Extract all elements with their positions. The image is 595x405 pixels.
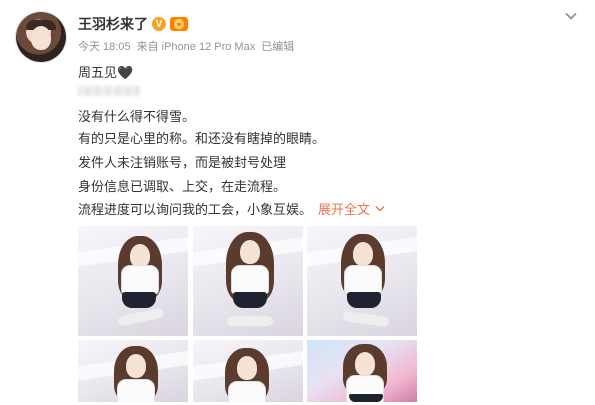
photo-thumbnail[interactable] bbox=[78, 340, 188, 402]
avatar-face bbox=[31, 26, 51, 50]
chevron-down-icon[interactable] bbox=[565, 10, 577, 22]
photo-thumbnail[interactable] bbox=[307, 340, 417, 402]
post-text-last-line: 流程进度可以询问我的工会，小象互娱。 展开全文 bbox=[78, 201, 386, 218]
post-text-line: 身份信息已调取、上交，在走流程。 bbox=[78, 179, 287, 194]
edited-label[interactable]: 已编辑 bbox=[261, 38, 294, 54]
post-text-line: 有的只是心里的称。和还没有瞎掉的眼睛。 bbox=[78, 131, 326, 146]
photo-thumbnail[interactable] bbox=[193, 226, 303, 336]
post-text-line: 发件人未注销账号，而是被封号处理 bbox=[78, 155, 287, 170]
photo-thumbnail[interactable] bbox=[78, 226, 188, 336]
post-meta: 今天 18:05 来自 iPhone 12 Pro Max 已编辑 bbox=[78, 38, 294, 54]
post-text-line: 周五见🖤 bbox=[78, 65, 134, 80]
verified-badge-icon[interactable]: V bbox=[152, 17, 166, 31]
post-source: 来自 iPhone 12 Pro Max bbox=[136, 41, 256, 53]
photo-thumbnail[interactable] bbox=[193, 340, 303, 402]
blurred-text bbox=[78, 86, 140, 96]
post-text-line: 没有什么得不得雪。 bbox=[78, 109, 196, 124]
expand-full-text-link[interactable]: 展开全文 bbox=[318, 202, 370, 217]
post-time[interactable]: 今天 18:05 bbox=[78, 38, 131, 54]
user-name-row: 王羽杉来了 V bbox=[78, 13, 188, 35]
user-avatar[interactable] bbox=[16, 12, 66, 62]
weibo-post-card: 王羽杉来了 V 今天 18:05 来自 iPhone 12 Pro Max 已编… bbox=[0, 0, 595, 405]
chevron-down-icon[interactable] bbox=[374, 204, 386, 214]
post-text-line: 流程进度可以询问我的工会，小象互娱。 bbox=[78, 202, 313, 217]
username-link[interactable]: 王羽杉来了 bbox=[78, 14, 148, 34]
vip-member-icon[interactable] bbox=[170, 17, 188, 31]
photo-thumbnail[interactable] bbox=[307, 226, 417, 336]
